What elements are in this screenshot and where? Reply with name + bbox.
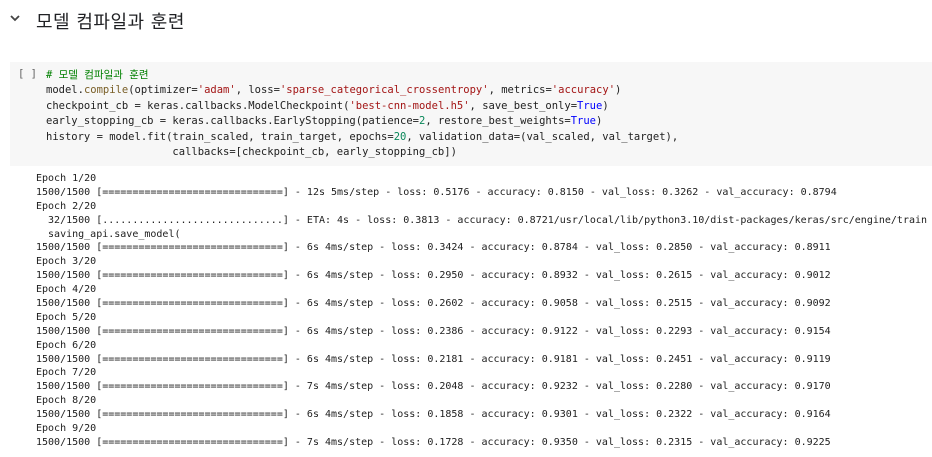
code-string: 'best-cnn-model.h5' [349,99,470,112]
code-token: , loss= [235,84,280,97]
code-token: ) [615,84,622,97]
output-line: 1500/1500 [=============================… [36,298,831,310]
output-line: Epoch 9/20 [36,423,97,435]
code-string: 'adam' [197,84,236,97]
output-line: 1500/1500 [=============================… [36,242,831,254]
code-keyword: True [577,99,603,112]
code-token: , metrics= [488,84,552,97]
code-string: 'accuracy' [551,84,616,97]
run-cell-button[interactable]: [ ] [18,68,37,80]
code-token: early_stopping_cb = keras.callbacks.Earl… [46,115,419,128]
section-header: 모델 컴파일과 훈련 [0,0,932,40]
code-number: 20 [393,130,407,143]
code-token: ) [602,99,609,112]
code-keyword: True [570,115,597,128]
code-token: , validation_data=(val_scaled, val_targe… [406,130,679,143]
code-token: , restore_best_weights= [425,115,571,128]
chevron-down-icon[interactable] [8,10,22,24]
code-token: history = model.fit(train_scaled, train_… [46,130,394,143]
code-token: , save_best_only= [469,99,578,112]
output-line: Epoch 6/20 [36,339,97,351]
code-comment: # 모델 컴파일과 훈련 [46,69,149,81]
output-line: saving_api.save_model( [36,228,181,240]
output-line: 1500/1500 [=============================… [36,186,837,198]
code-token: callbacks=[checkpoint_cb, early_stopping… [46,146,457,159]
output-line: 1500/1500 [=============================… [36,381,831,393]
output-line: Epoch 1/20 [36,173,97,184]
code-token: compile [83,84,129,97]
output-line: 1500/1500 [=============================… [36,270,831,282]
code-cell[interactable]: [ ] # 모델 컴파일과 훈련 model.compile(optimizer… [10,62,932,166]
output-line: Epoch 8/20 [36,395,97,407]
output-line: Epoch 3/20 [36,256,97,268]
code-token: checkpoint_cb = keras.callbacks.ModelChe… [46,99,350,112]
output-line: 1500/1500 [=============================… [36,409,831,421]
output-line: Epoch 4/20 [36,284,97,296]
output-line: Epoch 5/20 [36,311,97,323]
output-line: Epoch 7/20 [36,367,97,379]
code-token: model. [46,84,84,97]
output-line: 32/1500 [..............................]… [36,214,928,226]
code-token: ) [596,115,603,128]
cell-output: Epoch 1/20 1500/1500 [==================… [36,172,932,450]
output-line: 1500/1500 [=============================… [36,436,831,448]
output-line: 1500/1500 [=============================… [36,325,831,337]
code-string: 'sparse_categorical_crossentropy' [279,84,489,97]
output-line: Epoch 2/20 [36,200,97,212]
code-editor[interactable]: # 모델 컴파일과 훈련 model.compile(optimizer='ad… [46,68,678,160]
output-line: 1500/1500 [=============================… [36,353,831,365]
code-token: (optimizer= [128,84,198,97]
section-title: 모델 컴파일과 훈련 [36,12,185,33]
